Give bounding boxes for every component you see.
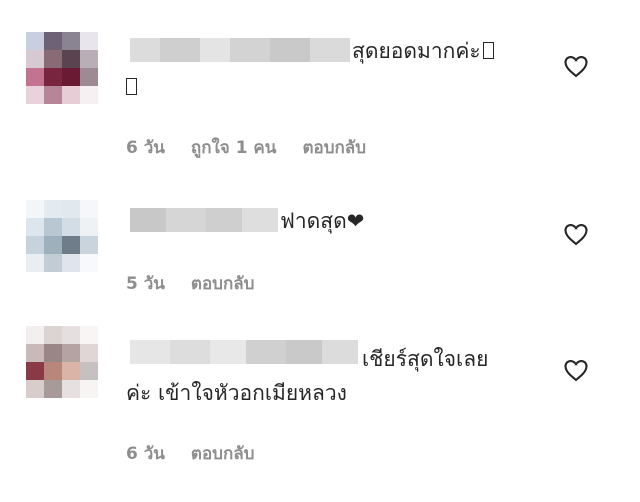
comment-meta: 6 วัน ตอบกลับ [126, 440, 254, 467]
comment-age: 6 วัน [126, 138, 165, 158]
reply-button[interactable]: ตอบกลับ [191, 440, 255, 467]
comment-text: ฟาดสุด❤ [280, 204, 364, 238]
comment-text-line-1: เชียร์สุดใจเลย [362, 347, 489, 371]
comment-text-continuation: ค่ะ เข้าใจหัวอกเมียหลวง [126, 376, 347, 410]
missing-glyph-icon [482, 42, 494, 59]
heart-outline-icon[interactable] [562, 220, 590, 248]
avatar[interactable] [26, 200, 98, 272]
comment-meta: 6 วัน ถูกใจ 1 คน ตอบกลับ [126, 134, 366, 161]
comment-text-line-1: ฟาดสุด❤ [280, 209, 365, 233]
comment-text-line-2: ค่ะ เข้าใจหัวอกเมียหลวง [126, 381, 347, 405]
comment-text: สุดยอดมากค่ะ [352, 34, 494, 68]
comment-meta: 5 วัน ตอบกลับ [126, 270, 254, 297]
comment-text-continuation [124, 70, 137, 104]
comment-text: เชียร์สุดใจเลย [362, 342, 488, 376]
username-blurred[interactable] [130, 208, 278, 232]
reply-button[interactable]: ตอบกลับ [191, 270, 255, 297]
heart-outline-icon[interactable] [562, 356, 590, 384]
heart-outline-icon[interactable] [562, 52, 590, 80]
username-blurred[interactable] [130, 38, 350, 62]
avatar[interactable] [26, 32, 98, 104]
missing-glyph-icon [126, 78, 137, 95]
comment-age: 6 วัน [126, 444, 165, 464]
username-blurred[interactable] [130, 340, 358, 364]
avatar[interactable] [26, 326, 98, 398]
likes-count-link[interactable]: ถูกใจ 1 คน [191, 134, 277, 161]
comment-text-line-1: สุดยอดมากค่ะ [352, 39, 481, 63]
reply-button[interactable]: ตอบกลับ [302, 134, 366, 161]
comment-age: 5 วัน [126, 274, 165, 294]
